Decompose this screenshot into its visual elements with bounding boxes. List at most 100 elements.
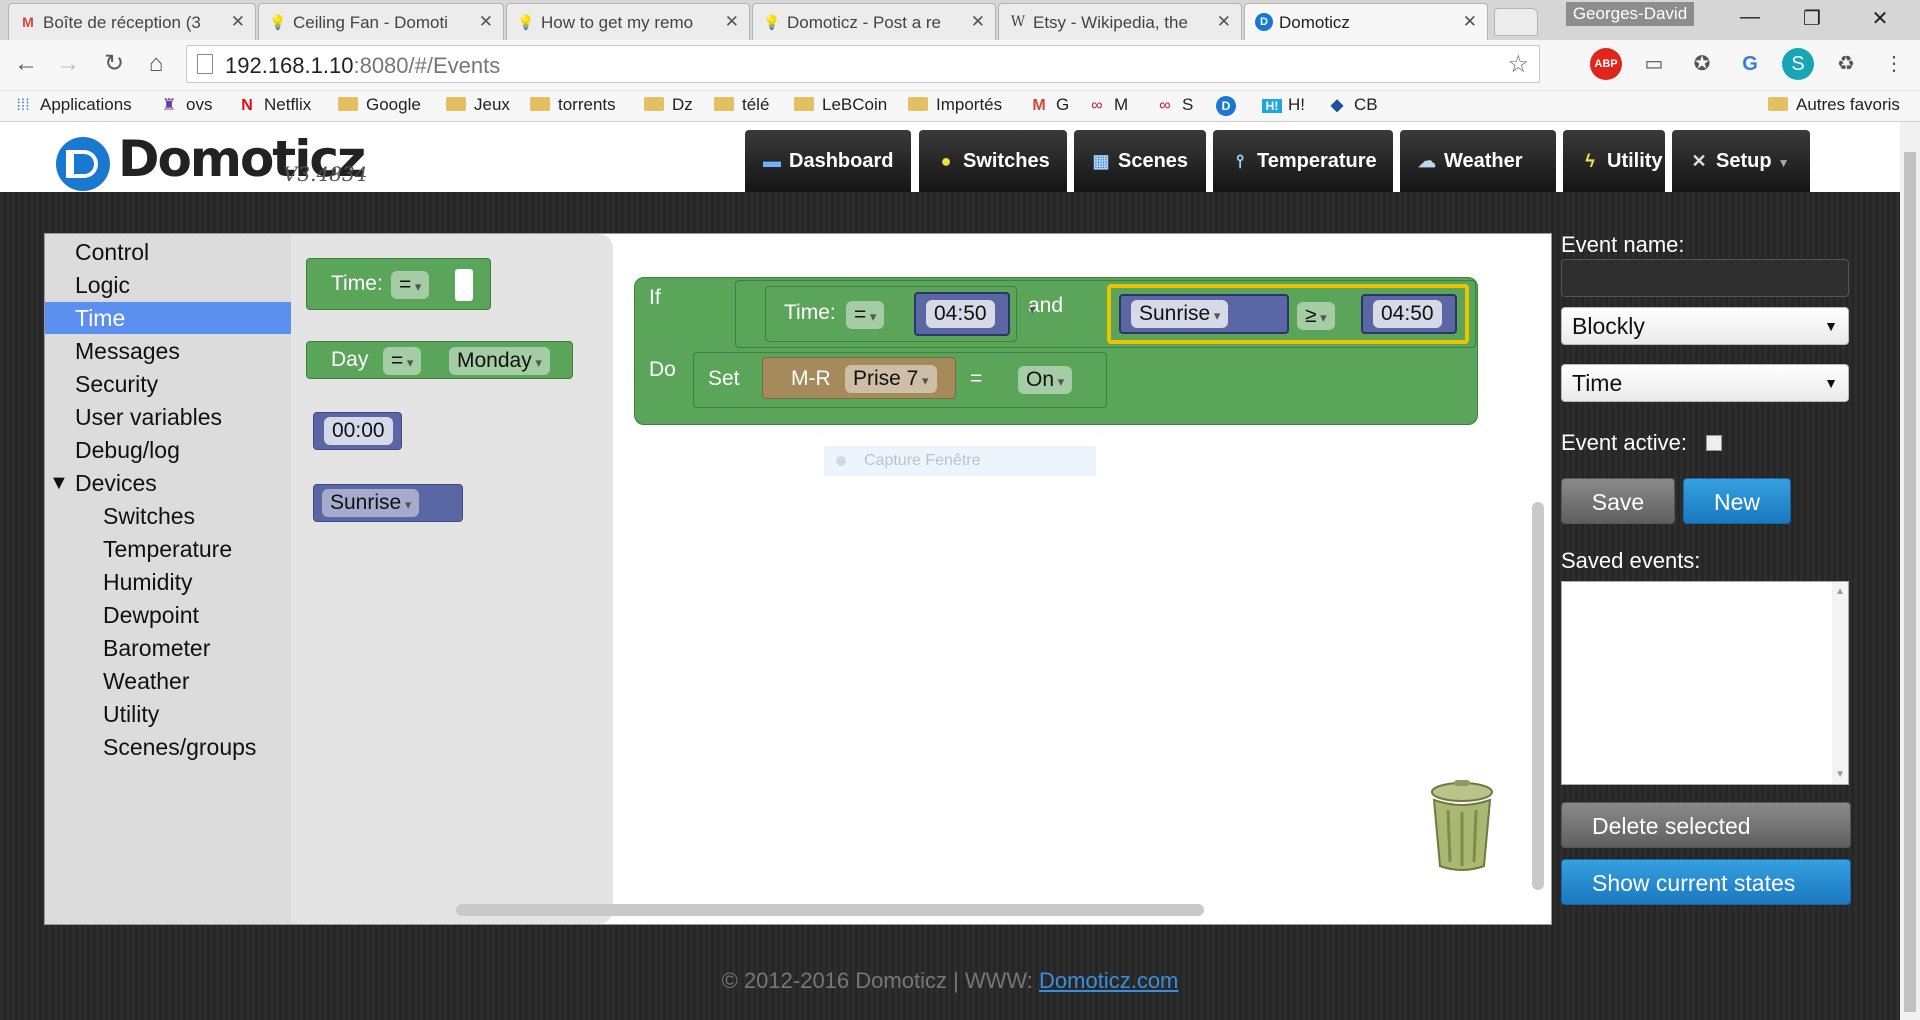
category-switches[interactable]: Switches <box>45 500 291 532</box>
menu-icon[interactable]: ⋮ <box>1878 48 1910 80</box>
bookmark-importes[interactable]: Importés <box>908 95 1002 115</box>
show-current-states-button[interactable]: Show current states <box>1561 859 1851 905</box>
scrollbar-thumb[interactable] <box>1904 152 1916 1012</box>
event-active-checkbox[interactable] <box>1706 435 1722 451</box>
tab-gmail[interactable]: M Boîte de réception (3 ✕ <box>8 3 256 40</box>
nav-setup[interactable]: ✕ Setup ▼ <box>1672 130 1810 192</box>
bookmark-g[interactable]: MG <box>1028 95 1069 115</box>
adblock-icon[interactable]: ABP <box>1590 48 1622 80</box>
recycle-icon[interactable]: ♻ <box>1830 48 1862 80</box>
bookmark-star-icon[interactable]: ☆ <box>1507 50 1529 79</box>
tab-close-icon[interactable]: ✕ <box>479 12 493 32</box>
category-control[interactable]: Control <box>45 236 291 268</box>
new-tab-button[interactable] <box>1494 8 1538 36</box>
extension-icon[interactable]: ✪ <box>1686 48 1718 80</box>
category-time[interactable]: Time <box>45 302 291 334</box>
home-icon[interactable]: ⌂ <box>140 48 172 80</box>
event-type-select[interactable]: Blockly ▼ <box>1561 307 1849 345</box>
category-utility[interactable]: Utility <box>45 698 291 730</box>
translate-icon[interactable]: G <box>1734 48 1766 80</box>
nav-weather[interactable]: ☁ Weather <box>1400 130 1556 192</box>
bookmark-jeux[interactable]: Jeux <box>446 95 510 115</box>
close-window-icon[interactable]: ✕ <box>1860 6 1900 31</box>
reload-icon[interactable]: ↻ <box>98 48 130 80</box>
list-scrollbar[interactable] <box>1832 582 1848 784</box>
category-logic[interactable]: Logic <box>45 269 291 301</box>
category-devices[interactable]: ▼ Devices <box>45 467 291 499</box>
and-dropdown[interactable] <box>1021 294 1044 322</box>
profile-name[interactable]: Georges-David <box>1566 2 1694 26</box>
s-extension-icon[interactable]: S <box>1782 48 1814 80</box>
nav-dashboard[interactable]: ▬ Dashboard <box>745 130 911 192</box>
footer-link[interactable]: Domoticz.com <box>1039 968 1178 993</box>
time-compare-block[interactable]: Time: = 04:50 <box>765 286 1017 342</box>
flyout-day-block[interactable]: Day = Monday <box>306 341 573 379</box>
tab-etsy-wikipedia[interactable]: W Etsy - Wikipedia, the ✕ <box>998 3 1242 40</box>
forward-icon[interactable]: → <box>52 48 84 80</box>
device-block[interactable]: M-R Prise 7 <box>762 357 956 399</box>
bookmark-cb[interactable]: ◆ CB <box>1326 95 1378 115</box>
tab-close-icon[interactable]: ✕ <box>1463 12 1477 32</box>
workspace-horizontal-scrollbar[interactable] <box>456 904 1204 916</box>
new-button[interactable]: New <box>1683 478 1791 524</box>
tab-how-to[interactable]: 💡 How to get my remo ✕ <box>506 3 750 40</box>
nav-scenes[interactable]: ▦ Scenes <box>1074 130 1206 192</box>
compare-value-block[interactable]: 04:50 <box>1361 294 1457 334</box>
minimize-icon[interactable]: — <box>1730 6 1770 29</box>
category-humidity[interactable]: Humidity <box>45 566 291 598</box>
address-bar[interactable]: 192.168.1.10:8080/#/Events ☆ <box>186 45 1540 83</box>
restore-icon[interactable]: ❐ <box>1792 6 1832 31</box>
device-dropdown[interactable]: Prise 7 <box>845 365 937 393</box>
category-dewpoint[interactable]: Dewpoint <box>45 599 291 631</box>
category-temperature[interactable]: Temperature <box>45 533 291 565</box>
bookmark-ovs[interactable]: ♜ ovs <box>158 95 213 115</box>
category-scenes-groups[interactable]: Scenes/groups <box>45 731 291 763</box>
compare-value-field[interactable]: 04:50 <box>1373 300 1442 328</box>
time-value-field[interactable]: 04:50 <box>926 300 995 328</box>
nav-temperature[interactable]: ⫯ Temperature <box>1213 130 1393 192</box>
state-dropdown[interactable]: On <box>1018 366 1073 394</box>
bookmark-tele[interactable]: télé <box>714 95 769 115</box>
day-dropdown[interactable]: Monday <box>449 347 550 375</box>
sun-dropdown[interactable]: Sunrise <box>322 489 420 517</box>
tab-domoticz-active[interactable]: D Domoticz ✕ <box>1244 3 1488 41</box>
bookmark-m[interactable]: ∞ M <box>1086 95 1128 115</box>
bookmark-netflix[interactable]: N Netflix <box>236 95 311 115</box>
operator-dropdown[interactable]: = <box>391 271 430 299</box>
tab-close-icon[interactable]: ✕ <box>1217 12 1231 32</box>
bookmark-lebcoin[interactable]: LeBCoin <box>794 95 887 115</box>
trash-can-icon[interactable] <box>1426 778 1498 874</box>
category-user-variables[interactable]: User variables <box>45 401 291 433</box>
tab-close-icon[interactable]: ✕ <box>971 12 985 32</box>
flyout-sunrise-block[interactable]: Sunrise <box>313 484 463 522</box>
bookmark-autres-favoris[interactable]: Autres favoris <box>1768 95 1900 115</box>
flyout-time-value-block[interactable]: 00:00 <box>313 412 402 450</box>
flyout-time-block[interactable]: Time: = <box>306 258 491 310</box>
sunrise-compare-block[interactable]: Sunrise ≥ 04:50 <box>1107 284 1469 344</box>
bookmark-h[interactable]: H! H! <box>1262 95 1305 115</box>
cast-icon[interactable]: ▭ <box>1638 48 1670 80</box>
operator-dropdown[interactable]: = <box>846 301 885 329</box>
category-weather[interactable]: Weather <box>45 665 291 697</box>
tab-domoticz-post[interactable]: 💡 Domoticz - Post a re ✕ <box>752 3 996 40</box>
sunrise-block[interactable]: Sunrise <box>1119 294 1289 334</box>
category-barometer[interactable]: Barometer <box>45 632 291 664</box>
time-value-block[interactable]: 04:50 <box>914 292 1010 336</box>
workspace-vertical-scrollbar[interactable] <box>1532 502 1544 890</box>
scroll-down-icon[interactable]: ▼ <box>1835 769 1845 780</box>
tab-close-icon[interactable]: ✕ <box>231 12 245 32</box>
category-messages[interactable]: Messages <box>45 335 291 367</box>
bookmark-s[interactable]: ∞ S <box>1154 95 1193 115</box>
event-name-input[interactable] <box>1561 259 1849 297</box>
save-button[interactable]: Save <box>1561 478 1675 524</box>
bookmark-domoticz[interactable]: D <box>1216 95 1242 116</box>
nav-switches[interactable]: ● Switches <box>919 130 1067 192</box>
bookmark-applications[interactable]: ⁞⁞⁞ Applications <box>12 95 131 115</box>
sun-dropdown[interactable]: Sunrise <box>1131 300 1229 328</box>
saved-events-list[interactable]: ▲ ▼ <box>1561 581 1849 785</box>
category-security[interactable]: Security <box>45 368 291 400</box>
scroll-up-icon[interactable]: ▲ <box>1835 586 1845 597</box>
tab-ceiling-fan[interactable]: 💡 Ceiling Fan - Domoti ✕ <box>258 3 504 40</box>
bookmark-dz[interactable]: Dz <box>644 95 693 115</box>
time-value-field[interactable]: 00:00 <box>324 417 393 445</box>
